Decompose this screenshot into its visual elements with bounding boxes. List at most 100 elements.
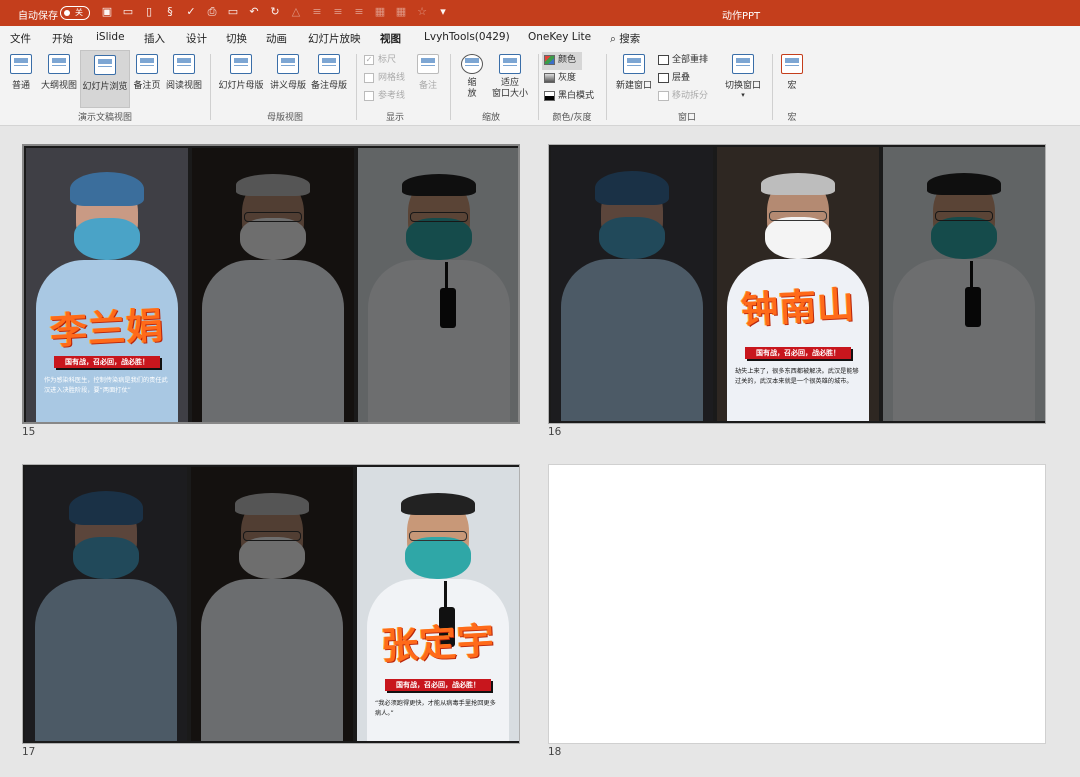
slogan-banner: 国有战，召必回，战必胜！	[54, 356, 160, 368]
group-label-macros: 宏	[787, 113, 797, 123]
macro-icon	[781, 54, 803, 74]
new-window-icon	[623, 54, 645, 74]
slide-thumbnail[interactable]: 李兰娟 国有战，召必回，战必胜！ 作为感染科医生，控制传染病是我们的责任武汉进入决胜…	[22, 144, 520, 424]
photo-panel: 李兰娟 国有战，召必回，战必胜！ 作为感染科医生，控制传染病是我们的责任武汉进入决胜…	[26, 148, 188, 422]
divider	[606, 54, 607, 120]
arrange-all-icon	[658, 55, 669, 65]
fit-to-window-button[interactable]: 适应 窗口大小	[488, 50, 532, 108]
bw-swatch-icon	[544, 91, 555, 101]
fit-window-icon	[499, 54, 521, 74]
align-right-icon[interactable]: ≡	[352, 5, 366, 19]
outline-view-button[interactable]: 大纲视图	[38, 50, 80, 108]
present-icon[interactable]: ▭	[226, 5, 240, 19]
autosave-toggle[interactable]: 关	[60, 6, 90, 20]
notes-master-icon	[318, 54, 340, 74]
tab-6[interactable]: 动画	[266, 31, 287, 46]
chevron-down-icon: ▾	[741, 91, 745, 99]
dim-overlay	[191, 467, 353, 741]
tab-3[interactable]: 插入	[144, 31, 165, 46]
open-icon[interactable]: ▭	[121, 5, 135, 19]
color-mode-button[interactable]: 颜色	[542, 52, 582, 70]
reading-view-button[interactable]: 阅读视图	[164, 50, 204, 108]
dim-overlay	[25, 467, 187, 741]
slide-thumbnail[interactable]: 张定宇 国有战，召必回，战必胜！ “我必须跑得更快，才能从病毒手里抢回更多病人。”	[22, 464, 520, 744]
photo-panel: 张定宇 国有战，召必回，战必胜！ “我必须跑得更快，才能从病毒手里抢回更多病人。”	[357, 467, 519, 741]
quick-access-toolbar: ▣ ▭ ▯ § ✓ ⎙ ▭ ↶ ↻ △ ≡ ≡ ≡ ▦ ▦ ☆ ▾	[100, 5, 450, 19]
handout-master-button[interactable]: 讲义母版	[268, 50, 308, 108]
zoom-label: 缩 放	[467, 78, 477, 99]
macros-button[interactable]: 宏	[778, 50, 806, 108]
group-label-zoom: 缩放	[481, 113, 500, 123]
new-icon[interactable]: ▯	[142, 5, 156, 19]
photo-panel	[551, 147, 713, 421]
slide-sorter-area: 李兰娟 国有战，召必回，战必胜！ 作为感染科医生，控制传染病是我们的责任武汉进入决胜…	[0, 126, 1080, 777]
new-window-button[interactable]: 新建窗口	[612, 50, 656, 108]
tab-1[interactable]: 开始	[52, 31, 73, 46]
slogan-banner: 国有战，召必回，战必胜！	[385, 679, 491, 691]
tab-4[interactable]: 设计	[186, 31, 207, 46]
format-painter-icon[interactable]: §	[163, 5, 177, 19]
arrange-all-button[interactable]: 全部重排	[656, 52, 714, 70]
cascade-icon	[658, 73, 669, 83]
customize-icon[interactable]: ▾	[436, 5, 450, 19]
slide-number: 17	[22, 746, 36, 758]
align-left-icon[interactable]: ≡	[310, 5, 324, 19]
hero-name: 钟南山	[740, 282, 857, 332]
slide-thumbnail[interactable]	[548, 464, 1046, 744]
arrange-all-label: 全部重排	[672, 55, 709, 65]
tab-10[interactable]: OneKey Lite	[528, 31, 591, 43]
shape-icon[interactable]: △	[289, 5, 303, 19]
black-white-label: 黑白模式	[558, 91, 595, 101]
normal-view-button[interactable]: 普通	[6, 50, 36, 108]
tab-0[interactable]: 文件	[10, 31, 31, 46]
align-center-icon[interactable]: ≡	[331, 5, 345, 19]
cascade-button[interactable]: 层叠	[656, 70, 714, 88]
slide-thumbnail[interactable]: 钟南山 国有战，召必回，战必胜！ 劫失上来了，很多东西都被解决。武汉是能够过关的，武…	[548, 144, 1046, 424]
slide-master-button[interactable]: 幻灯片母版	[216, 50, 266, 108]
fit-window-label: 适应 窗口大小	[491, 78, 528, 99]
black-white-button[interactable]: 黑白模式	[542, 88, 602, 106]
redo-icon[interactable]: ↻	[268, 5, 282, 19]
tab-7[interactable]: 幻灯片放映	[308, 31, 361, 46]
photo-panel	[192, 148, 354, 422]
spellcheck-icon[interactable]: ✓	[184, 5, 198, 19]
quote-text: 劫失上来了，很多东西都被解决。武汉是能够过关的，武汉本来就是一个很英雄的城市。	[735, 368, 859, 385]
move-split-button[interactable]: 移动拆分	[656, 88, 714, 106]
notes-page-label: 备注页	[133, 81, 161, 91]
tab-9[interactable]: LvyhTools(0429)	[424, 31, 510, 43]
notes-icon	[417, 54, 439, 74]
dim-overlay	[551, 147, 713, 421]
undo-icon[interactable]: ↶	[247, 5, 261, 19]
group-label-master-views: 母版视图	[266, 113, 303, 123]
slide-master-icon	[230, 54, 252, 74]
notes-page-icon	[136, 54, 158, 74]
gridlines-label: 网格线	[378, 73, 406, 83]
ruler-checkbox[interactable]: ✓ 标尺	[362, 52, 412, 70]
zoom-button[interactable]: 缩 放	[456, 50, 488, 108]
search-icon: ⌕	[610, 33, 620, 45]
gridlines-checkbox[interactable]: 网格线	[362, 70, 412, 88]
tab-2[interactable]: iSlide	[96, 31, 125, 43]
notes-page-button[interactable]: 备注页	[132, 50, 162, 108]
notes-button[interactable]: 备注	[414, 50, 442, 108]
ribbon-tabs: 文件 开始 iSlide 插入 设计 切换 动画 幻灯片放映 视图 LvyhTools(0429)…	[0, 26, 1080, 51]
grayscale-button[interactable]: 灰度	[542, 70, 582, 88]
save-icon[interactable]: ▣	[100, 5, 114, 19]
distribute-icon[interactable]: ▦	[373, 5, 387, 19]
group-label-show: 显示	[385, 113, 404, 123]
title-bar: 自动保存 关 ▣ ▭ ▯ § ✓ ⎙ ▭ ↶ ↻ △ ≡ ≡ ≡ ▦ ▦ ☆ ▾ 动作PPT	[0, 0, 1080, 26]
switch-windows-button[interactable]: 切换窗口 ▾	[720, 50, 766, 108]
slide-sorter-button[interactable]: 幻灯片浏览	[80, 50, 130, 108]
grid-icon[interactable]: ▦	[394, 5, 408, 19]
notes-master-button[interactable]: 备注母版	[308, 50, 350, 108]
tab-5[interactable]: 切换	[226, 31, 247, 46]
move-split-icon	[658, 91, 669, 101]
print-preview-icon[interactable]: ⎙	[205, 5, 219, 19]
dim-overlay	[358, 148, 518, 422]
photo-panel	[191, 467, 353, 741]
star-icon[interactable]: ☆	[415, 5, 429, 19]
tab-8[interactable]: 视图	[380, 31, 401, 51]
tab-11[interactable]: ⌕ 搜索	[610, 31, 640, 46]
move-split-label: 移动拆分	[672, 91, 709, 101]
guides-checkbox[interactable]: 参考线	[362, 88, 412, 106]
